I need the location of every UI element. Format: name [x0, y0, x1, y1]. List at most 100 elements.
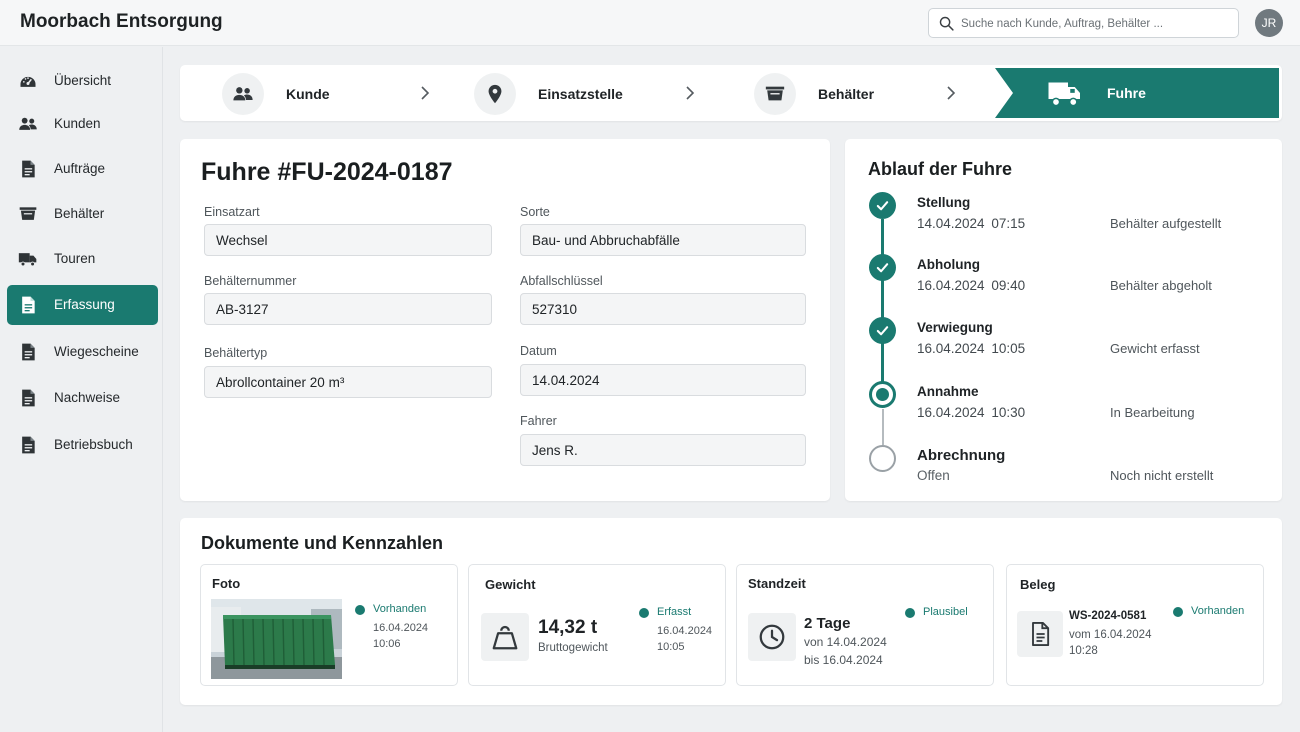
sidebar-item-label: Touren [54, 251, 96, 266]
check-icon [876, 201, 889, 211]
step-einsatzstelle-label[interactable]: Einsatzstelle [538, 86, 623, 102]
timeline-step-current [869, 381, 896, 408]
standzeit-value: 2 Tage [804, 615, 851, 632]
page-title: Fuhre #FU-2024-0187 [201, 158, 453, 186]
abfallschluessel-label: Abfallschlüssel [520, 274, 603, 288]
container-icon [19, 207, 37, 220]
einsatzart-label: Einsatzart [204, 205, 260, 219]
sorte-label: Sorte [520, 205, 550, 219]
sidebar-item-kunden[interactable]: Kunden [7, 104, 158, 144]
search-box[interactable] [928, 8, 1239, 38]
gewicht-value: 14,32 t [538, 617, 598, 638]
search-icon [939, 16, 954, 31]
dashboard-icon [20, 76, 36, 87]
timeline-step-done [869, 317, 896, 344]
clock-icon [759, 624, 785, 650]
doc-standzeit-box[interactable]: Standzeit 2 Tage von 14.04.2024 bis 16.0… [736, 564, 994, 686]
step-fuhre-label: Fuhre [1107, 85, 1146, 101]
sidebar-item-betriebsbuch[interactable]: Betriebsbuch [7, 425, 158, 465]
doc-foto-box[interactable]: Foto Vorhanden 16.04.2024 10:06 [200, 564, 458, 686]
document-icon [22, 436, 35, 454]
truck-icon [18, 253, 37, 267]
receipt-tile [1017, 611, 1063, 657]
sorte-field[interactable]: Bau- und Abbruchabfälle [520, 224, 806, 256]
step-kunde-circle[interactable] [222, 73, 264, 115]
sidebar-item-label: Aufträge [54, 161, 106, 176]
user-avatar[interactable]: JR [1255, 9, 1283, 37]
timeline-step-status: In Bearbeitung [1110, 405, 1195, 420]
container-photo[interactable] [211, 599, 342, 679]
beleg-time: 10:28 [1069, 645, 1098, 657]
weight-tile [481, 613, 529, 661]
timeline-step-status: Behälter abgeholt [1110, 278, 1212, 293]
status-badge: Vorhanden [355, 603, 426, 615]
beleg-from: vom 16.04.2024 [1069, 629, 1152, 641]
abfallschluessel-field[interactable]: 527310 [520, 293, 806, 325]
step-fuhre-active[interactable]: Fuhre [995, 68, 1279, 118]
wizard-stepper: Kunde Einsatzstelle Behälter Fuhre [180, 65, 1282, 121]
document-icon [22, 343, 35, 361]
sidebar-item-label: Behälter [54, 206, 105, 221]
container-icon [765, 86, 785, 101]
sidebar-item-erfassung[interactable]: Erfassung [7, 285, 158, 325]
sidebar-item-touren[interactable]: Touren [7, 239, 158, 279]
behaeltertyp-field[interactable]: Abrollcontainer 20 m³ [204, 366, 492, 398]
timeline-connector-open [882, 409, 884, 445]
search-input[interactable] [961, 14, 1231, 34]
sidebar-item-nachweise[interactable]: Nachweise [7, 378, 158, 418]
sidebar-item-wiegescheine[interactable]: Wiegescheine [7, 332, 158, 372]
users-icon [233, 87, 253, 101]
app-title: Moorbach Entsorgung [20, 11, 223, 32]
doc-beleg-box[interactable]: Beleg WS-2024-0581 vom 16.04.2024 10:28 … [1006, 564, 1264, 686]
doc-gewicht-box[interactable]: Gewicht 14,32 t Bruttogewicht Erfasst 16… [468, 564, 726, 686]
document-icon [22, 296, 35, 314]
timeline-step-name: Annahme [917, 384, 979, 399]
doc-gewicht-label: Gewicht [485, 577, 536, 592]
document-icon [22, 160, 35, 178]
timeline-step-time: 14.04.2024 07:15 [917, 216, 1026, 231]
doc-foto-label: Foto [212, 576, 241, 591]
standzeit-to: bis 16.04.2024 [804, 653, 883, 667]
timeline-card: Ablauf der Fuhre Stellung 14.04.2024 07:… [845, 139, 1282, 501]
timeline-step-name: Abholung [917, 257, 980, 272]
sidebar-item-auftraege[interactable]: Aufträge [7, 149, 158, 189]
behaelternummer-field[interactable]: AB-3127 [204, 293, 492, 325]
check-icon [876, 263, 889, 273]
behaeltertyp-label: Behältertyp [204, 346, 268, 360]
sidebar: Übersicht Kunden Aufträge Behälter Toure… [0, 47, 163, 732]
doc-foto-time: 10:06 [373, 638, 401, 650]
documents-title: Dokumente und Kennzahlen [201, 533, 444, 553]
sidebar-item-label: Wiegescheine [54, 344, 139, 359]
timeline-step-status: Noch nicht erstellt [1110, 468, 1214, 483]
einsatzart-field[interactable]: Wechsel [204, 224, 492, 256]
app-header: Moorbach Entsorgung JR [0, 0, 1300, 46]
sidebar-item-label: Kunden [54, 116, 101, 131]
timeline-step-time: 16.04.2024 09:40 [917, 278, 1026, 293]
timeline-step-done [869, 192, 896, 219]
fuhre-form-card: Fuhre #FU-2024-0187 Einsatzart Wechsel S… [180, 139, 830, 501]
beleg-number: WS-2024-0581 [1069, 610, 1147, 622]
status-badge: Erfasst [639, 606, 691, 618]
sidebar-item-uebersicht[interactable]: Übersicht [7, 61, 158, 101]
sidebar-item-label: Übersicht [54, 73, 112, 88]
sidebar-item-behaelter[interactable]: Behälter [7, 194, 158, 234]
documents-card: Dokumente und Kennzahlen Foto Vorhanden … [180, 518, 1282, 705]
fahrer-label: Fahrer [520, 414, 557, 428]
clock-tile [748, 613, 796, 661]
truck-icon [1048, 82, 1080, 107]
timeline-title: Ablauf der Fuhre [868, 159, 1013, 179]
users-icon [19, 117, 37, 130]
step-einsatzstelle-circle[interactable] [474, 73, 516, 115]
timeline-step-name: Abrechnung [917, 447, 1006, 464]
weight-icon [492, 625, 518, 650]
step-kunde-label[interactable]: Kunde [286, 86, 330, 102]
standzeit-from: von 14.04.2024 [804, 635, 887, 649]
status-badge: Plausibel [905, 606, 968, 618]
step-behaelter-label[interactable]: Behälter [818, 86, 874, 102]
document-icon [22, 389, 35, 407]
fahrer-field[interactable]: Jens R. [520, 434, 806, 466]
document-icon [1032, 621, 1050, 647]
step-behaelter-circle[interactable] [754, 73, 796, 115]
datum-field[interactable]: 14.04.2024 [520, 364, 806, 396]
chevron-right-icon [421, 86, 430, 100]
